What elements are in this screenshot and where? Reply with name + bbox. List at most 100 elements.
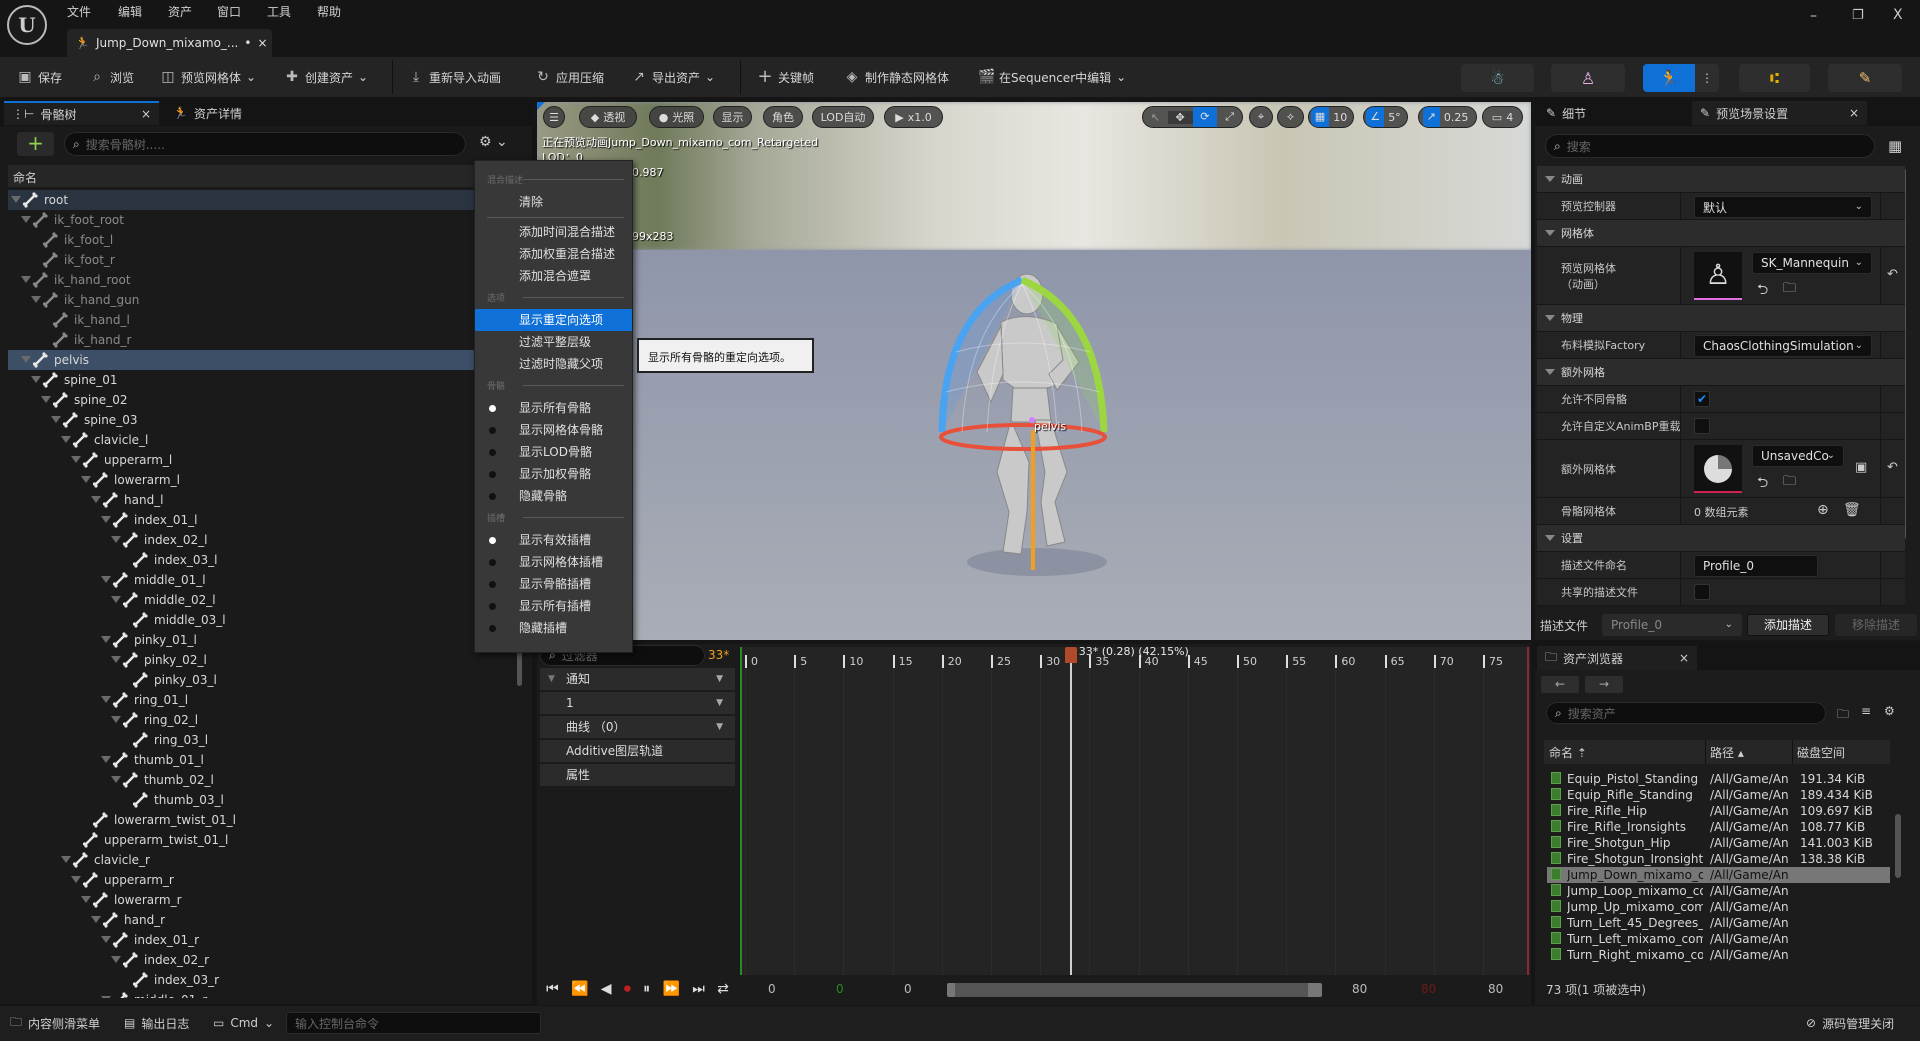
expand-arrow-icon[interactable] <box>101 756 111 763</box>
menu-item[interactable]: 显示重定向选项 <box>475 309 632 331</box>
skip-to-start-icon[interactable]: ⏮ <box>546 981 559 997</box>
mesh-mode-button[interactable]: ♙ <box>1551 64 1625 92</box>
menu-item[interactable]: 隐藏插槽 <box>475 617 632 639</box>
asset-row[interactable]: Jump_Down_mixamo_c/All/Game/An <box>1547 867 1890 883</box>
expand-arrow-icon[interactable] <box>101 696 111 703</box>
document-tab[interactable]: 🏃 Jump_Down_mixamo_... • × <box>67 29 272 57</box>
character-button[interactable]: 角色 <box>763 106 803 128</box>
cmd-dropdown[interactable]: ▭ Cmd ⌄ <box>213 1012 274 1034</box>
unreal-logo[interactable]: U <box>7 5 47 45</box>
record-icon[interactable]: ⏺ <box>624 981 631 997</box>
add-profile-button[interactable]: 添加描述 <box>1747 614 1829 636</box>
tree-row-index_03_r[interactable]: index_03_r <box>8 970 520 990</box>
menu-item[interactable]: 隐藏骨骼 <box>475 485 632 507</box>
pause-icon[interactable]: ⏸ <box>643 981 650 997</box>
tree-row-ik_hand_gun[interactable]: ik_hand_gun <box>8 290 520 310</box>
expand-arrow-icon[interactable] <box>31 376 41 383</box>
skeleton-search-input[interactable]: ⌕ 搜索骨骼树..... <box>64 132 466 156</box>
tree-row-upperarm_twist_01_l[interactable]: upperarm_twist_01_l <box>8 830 520 850</box>
range-end-red[interactable]: 80 <box>1421 982 1436 996</box>
dropdown-arrow-icon[interactable]: ▼ <box>716 692 723 714</box>
show-button[interactable]: 显示 <box>713 106 752 128</box>
tree-row-pinky_03_l[interactable]: pinky_03_l <box>8 670 520 690</box>
tree-row-root[interactable]: root <box>8 190 520 210</box>
menu-item[interactable]: 添加权重混合描述 <box>475 243 632 265</box>
data-asset-thumbnail[interactable] <box>1694 445 1742 493</box>
delete-icon[interactable]: 🗑 <box>1843 502 1861 518</box>
menu-item[interactable]: 显示LOD骨骼 <box>475 441 632 463</box>
reimport-animation-button[interactable]: ⤓ 重新导入动画 <box>408 66 501 88</box>
view-range-end[interactable]: 80 <box>1352 982 1367 996</box>
column-name[interactable]: 命名 ⇡ <box>1549 744 1587 761</box>
timeline-scrollbar[interactable] <box>947 983 1322 997</box>
asset-scrollbar[interactable] <box>1895 814 1901 878</box>
tree-row-index_01_r[interactable]: index_01_r <box>8 930 520 950</box>
tree-row-upperarm_l[interactable]: upperarm_l <box>8 450 520 470</box>
expand-arrow-icon[interactable] <box>101 636 111 643</box>
menu-item[interactable]: 显示所有骨骼 <box>475 397 632 419</box>
category-physics[interactable]: 物理 <box>1537 305 1905 332</box>
range-end[interactable]: 80 <box>1488 982 1503 996</box>
export-asset-button[interactable]: ↗ 导出资产 ⌄ <box>631 66 715 88</box>
play-reverse-icon[interactable]: ◀ <box>601 981 612 997</box>
blueprint-mode-button[interactable]: ⑆ <box>1739 64 1810 92</box>
minimize-button[interactable]: – <box>1810 8 1817 24</box>
allow-custom-animbp-checkbox[interactable] <box>1694 418 1710 434</box>
profile-name-input[interactable]: Profile_0 <box>1694 555 1818 577</box>
menu-item[interactable]: 显示骨骼插槽 <box>475 573 632 595</box>
shared-profile-checkbox[interactable] <box>1694 584 1710 600</box>
back-button[interactable]: ← <box>1541 676 1579 693</box>
tree-row-spine_02[interactable]: spine_02 <box>8 390 520 410</box>
menu-item[interactable]: 添加混合遮罩 <box>475 265 632 287</box>
asset-row[interactable]: Equip_Pistol_Standing/All/Game/An 191.34 … <box>1547 771 1890 787</box>
translate-tool-icon[interactable]: ✥ <box>1167 110 1193 124</box>
expand-arrow-icon[interactable] <box>41 396 51 403</box>
close-tab-icon[interactable]: × <box>1849 106 1859 120</box>
folder-icon[interactable]: 🗀 <box>1837 705 1849 726</box>
expand-arrow-icon[interactable] <box>111 956 121 963</box>
category-additional-mesh[interactable]: 额外网格 <box>1537 359 1905 386</box>
menu-item[interactable]: 添加时间混合描述 <box>475 221 632 243</box>
tree-row-ring_03_l[interactable]: ring_03_l <box>8 730 520 750</box>
expand-arrow-icon[interactable] <box>91 496 101 503</box>
expand-arrow-icon[interactable] <box>21 356 31 363</box>
reset-icon[interactable]: ↶ <box>1887 267 1898 282</box>
tree-row-middle_03_l[interactable]: middle_03_l <box>8 610 520 630</box>
asset-row[interactable]: Fire_Shotgun_Hip/All/Game/An 141.003 KiB <box>1547 835 1890 851</box>
tree-row-middle_02_l[interactable]: middle_02_l <box>8 590 520 610</box>
menu-item[interactable]: 显示加权骨骼 <box>475 463 632 485</box>
tree-row-lowerarm_twist_01_l[interactable]: lowerarm_twist_01_l <box>8 810 520 830</box>
menu-edit[interactable]: 编辑 <box>118 3 142 20</box>
lighting-button[interactable]: ● 光照 <box>649 106 704 128</box>
create-asset-button[interactable]: ✚ 创建资产 ⌄ <box>284 66 368 88</box>
make-static-mesh-button[interactable]: ◈ 制作静态网格体 <box>844 66 949 88</box>
tree-row-hand_l[interactable]: hand_l <box>8 490 520 510</box>
timeline-track[interactable]: Additive图层轨道 <box>540 740 735 762</box>
skeleton-mode-button[interactable]: ☃ <box>1461 64 1534 92</box>
forward-button[interactable]: → <box>1585 676 1623 693</box>
step-forward-icon[interactable]: ⏩ <box>662 981 679 997</box>
edit-in-sequencer-button[interactable]: 🎬 在Sequencer中编辑 ⌄ <box>978 66 1126 88</box>
physics-mode-button[interactable]: ✎ <box>1828 64 1902 92</box>
save-button[interactable]: ▣ 保存 <box>17 66 62 88</box>
angle-snap-button[interactable]: ∠ 5° <box>1363 106 1408 128</box>
asset-row[interactable]: Jump_Up_mixamo_com/All/Game/An <box>1547 899 1890 915</box>
dropdown-arrow-icon[interactable]: ▼ <box>716 668 723 690</box>
animation-mode-button[interactable]: 🏃 <box>1643 64 1695 92</box>
menu-item[interactable]: 过滤平整层级 <box>475 331 632 353</box>
timeline-track[interactable]: ▼ 通知 ▼ <box>540 668 735 690</box>
asset-row[interactable]: Fire_Rifle_Ironsights/All/Game/An 108.77 … <box>1547 819 1890 835</box>
expand-arrow-icon[interactable]: ▼ <box>548 668 555 690</box>
tree-row-ik_foot_l[interactable]: ik_foot_l <box>8 230 520 250</box>
menu-item[interactable]: 显示网格体插槽 <box>475 551 632 573</box>
expand-arrow-icon[interactable] <box>81 476 91 483</box>
grid-snap-button[interactable]: ▦ 10 <box>1308 106 1354 128</box>
restore-button[interactable]: ❐ <box>1852 8 1864 23</box>
tab-skeleton-tree[interactable]: ⋮⊢ 骨骼树 × <box>4 101 159 125</box>
expand-arrow-icon[interactable] <box>101 576 111 583</box>
close-window-button[interactable]: X <box>1893 7 1903 23</box>
tree-row-ring_02_l[interactable]: ring_02_l <box>8 710 520 730</box>
tree-row-index_03_l[interactable]: index_03_l <box>8 550 520 570</box>
playhead-handle[interactable] <box>1064 647 1077 663</box>
tree-row-index_01_l[interactable]: index_01_l <box>8 510 520 530</box>
